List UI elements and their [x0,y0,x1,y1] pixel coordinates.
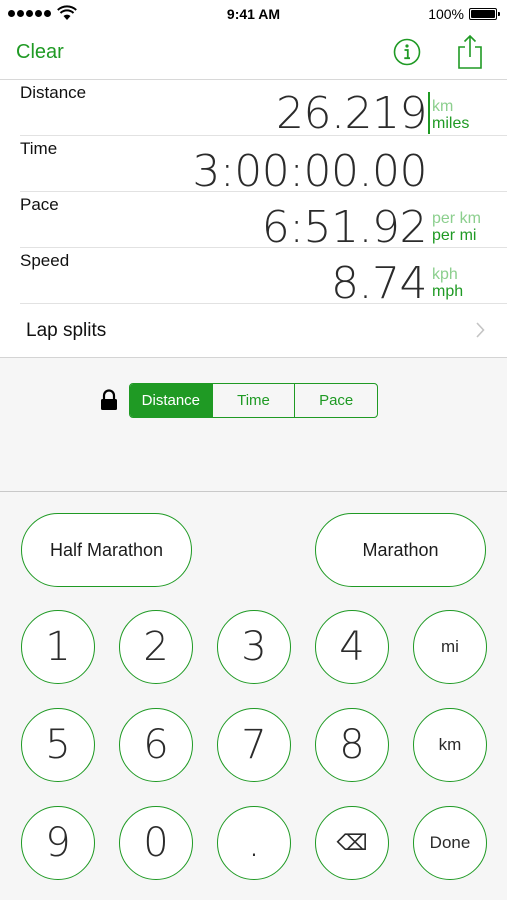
key-km[interactable]: km [413,708,487,782]
text-cursor [428,92,430,134]
time-row[interactable]: Time 3:00:00.00 [20,136,507,197]
lock-icon [101,389,117,410]
unit-km[interactable]: km [432,98,469,115]
key-4[interactable]: 4 [315,610,389,684]
key-8[interactable]: 8 [315,708,389,782]
unit-per-km[interactable]: per km [432,210,481,227]
lap-splits-row[interactable]: Lap splits [0,304,507,358]
nav-bar: Clear [0,28,507,80]
segment-distance[interactable]: Distance [130,384,212,417]
time-label: Time [20,139,58,158]
info-circle-icon[interactable] [393,38,421,66]
key-1[interactable]: 1 [21,610,95,684]
pace-label: Pace [20,195,59,214]
pace-value: 6:51.92 [261,202,428,253]
pace-units[interactable]: per km per mi [432,210,481,244]
clear-button[interactable]: Clear [16,41,64,64]
speed-row[interactable]: Speed 8.74 kph mph [20,248,507,309]
chevron-right-icon [476,322,485,338]
speed-units[interactable]: kph mph [432,266,463,300]
pace-row[interactable]: Pace 6:51.92 per km per mi [20,192,507,253]
lock-segmented-control: Distance Time Pace [129,383,378,418]
key-9[interactable]: 9 [21,806,95,880]
backspace-icon[interactable]: ⌫ [315,806,389,880]
half-marathon-button[interactable]: Half Marathon [21,513,192,587]
marathon-button[interactable]: Marathon [315,513,486,587]
status-bar: 9:41 AM 100% [0,0,507,28]
unit-kph[interactable]: kph [432,266,463,283]
distance-label: Distance [20,83,87,102]
unit-miles[interactable]: miles [432,115,469,132]
key-7[interactable]: 7 [217,708,291,782]
segment-time[interactable]: Time [211,384,295,417]
distance-row[interactable]: Distance 26.219 km miles [20,80,507,139]
speed-value: 8.74 [331,258,427,309]
key-3[interactable]: 3 [217,610,291,684]
key-5[interactable]: 5 [21,708,95,782]
battery-icon [469,8,500,20]
distance-units[interactable]: km miles [432,98,469,132]
key-0[interactable]: 0 [119,806,193,880]
lap-splits-label: Lap splits [26,320,107,341]
keypad: Half Marathon Marathon 1 2 3 4 mi 5 6 7 … [0,492,507,900]
speed-label: Speed [20,251,70,270]
key-done[interactable]: Done [413,806,487,880]
lock-segment-area: Distance Time Pace [0,358,507,492]
key-mi[interactable]: mi [413,610,487,684]
share-icon[interactable] [456,34,484,70]
segment-pace[interactable]: Pace [294,384,377,417]
battery-percent: 100% [428,6,464,22]
distance-value: 26.219 [276,88,427,139]
key-2[interactable]: 2 [119,610,193,684]
key-decimal[interactable]: . [217,806,291,880]
key-6[interactable]: 6 [119,708,193,782]
unit-mph[interactable]: mph [432,283,463,300]
time-value: 3:00:00.00 [192,146,427,197]
unit-per-mi[interactable]: per mi [432,227,481,244]
